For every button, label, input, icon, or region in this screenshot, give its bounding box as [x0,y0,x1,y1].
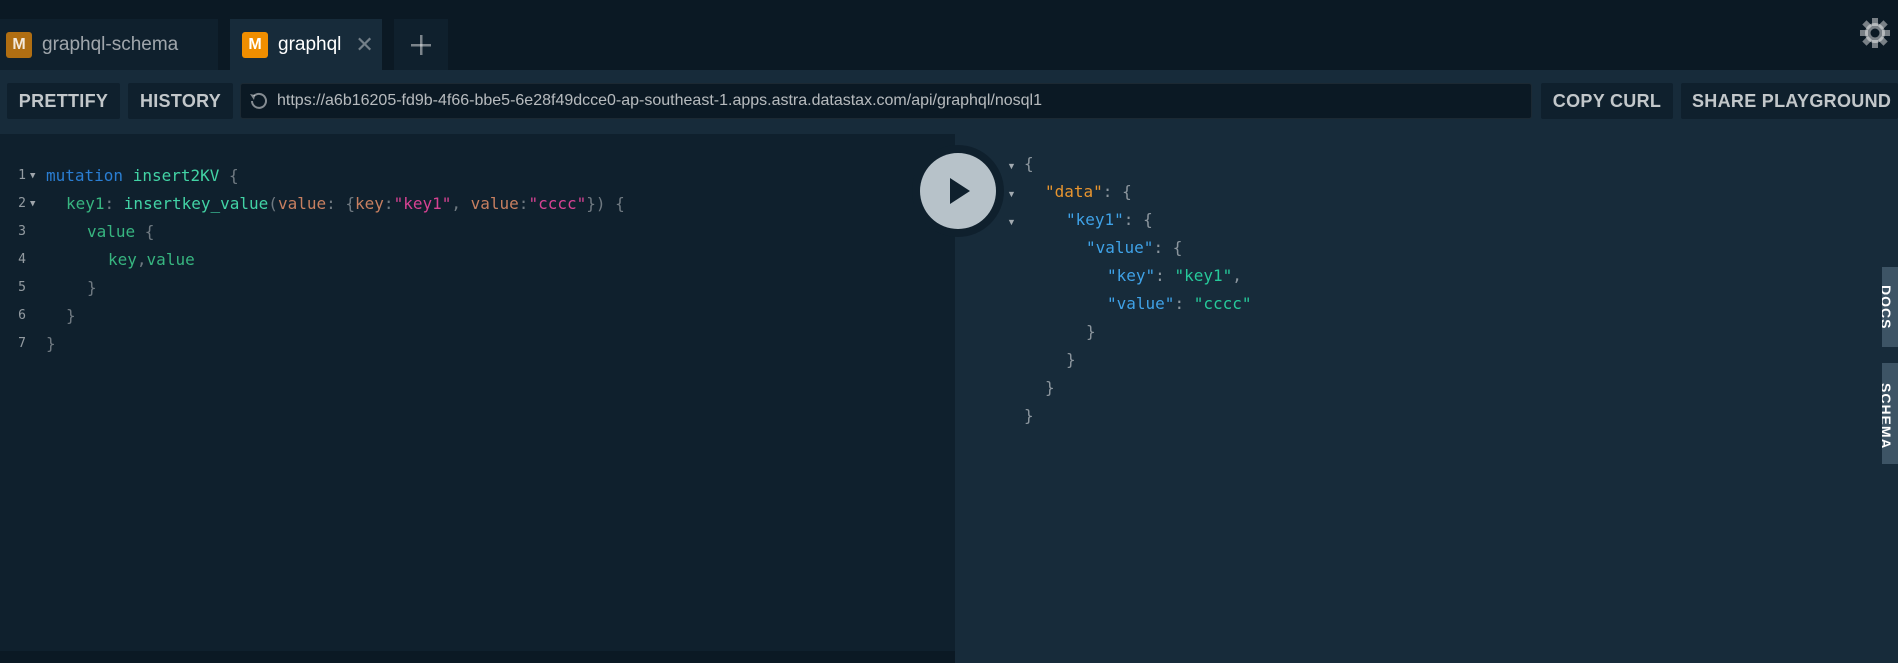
json-punctuation: , [1232,266,1242,285]
colon: : [518,194,529,213]
brace: }) { [586,194,625,213]
object-key: key [355,194,384,213]
endpoint-url: https://a6b16205-fd9b-4f66-bbe5-6e28f49d… [277,92,1042,109]
tab-graphql[interactable]: M graphql ✕ [230,19,382,70]
paren: ( [268,194,278,213]
close-icon[interactable]: ✕ [355,33,373,56]
line-number: 2 [18,196,26,211]
brace: { [219,166,239,185]
string-value: "key1" [393,194,452,213]
share-playground-button[interactable]: SHARE PLAYGROUND [1681,83,1898,119]
line-number: 5 [18,280,26,295]
docs-side-tab[interactable]: DOCS [1882,267,1898,347]
editor-footer-bar[interactable] [0,651,955,663]
json-brace: } [1086,322,1096,341]
keyword-mutation: mutation [46,166,124,185]
line-number: 3 [18,224,26,239]
code-line: 6 } [0,302,955,330]
brace: { [135,222,155,241]
brace: } [66,306,76,325]
code-line: 3 value { [0,218,955,246]
run-button-face [920,153,996,229]
run-query-button[interactable] [912,145,1004,237]
tab-label: graphql [278,33,342,55]
tab-label: graphql-schema [42,33,179,55]
gear-icon[interactable] [1858,16,1892,50]
json-key-key: "key" [1107,266,1156,285]
fold-arrow-icon[interactable]: ▼ [1007,217,1016,227]
history-button[interactable]: HISTORY [128,83,233,119]
toolbar: PRETTIFY HISTORY https://a6b16205-fd9b-4… [0,70,1898,134]
line-number: 6 [18,308,26,323]
plus-icon [411,34,431,55]
line-number: 4 [18,252,26,267]
fold-arrow-icon[interactable]: ▼ [1007,161,1016,171]
code-line: 1 ▼ mutation insert2KV { [0,162,955,190]
fold-arrow-icon[interactable]: ▼ [30,171,35,181]
code-line: 7 } [0,330,955,358]
colon: : [104,194,124,213]
colon: : [383,194,394,213]
string-value: "cccc" [528,194,587,213]
json-key-value: "value" [1107,294,1175,313]
json-brace: } [1045,378,1055,397]
fold-arrow-icon[interactable]: ▼ [1007,189,1016,199]
code-line: 4 key,value [0,246,955,274]
json-string-value: "cccc" [1193,294,1252,313]
comma: , [451,194,471,213]
reload-icon[interactable] [248,90,270,112]
json-punctuation: : [1174,294,1194,313]
field-name: value [146,250,195,269]
brace: } [46,334,56,353]
json-punctuation: : [1155,266,1175,285]
tab-graphql-schema[interactable]: M graphql-schema [0,19,218,70]
json-brace: } [1066,350,1076,369]
json-string-value: "key1" [1174,266,1233,285]
brace: } [87,278,97,297]
line-number: 7 [18,336,26,351]
result-panel: ▼ { ▼ "data": { ▼ "key1": { "value": { "… [955,134,1898,663]
json-key-value: "value" [1086,238,1154,257]
docs-tab-label: DOCS [1882,285,1894,330]
field-name: key [108,250,137,269]
query-editor[interactable]: 1 ▼ mutation insert2KV { 2 ▼ key1: inser… [0,134,955,663]
tab-badge: M [242,31,268,58]
schema-tab-label: SCHEMA [1882,383,1894,450]
schema-side-tab[interactable]: SCHEMA [1882,363,1898,464]
fold-arrow-icon[interactable]: ▼ [30,199,35,209]
copy-curl-button[interactable]: COPY CURL [1541,83,1673,119]
field-name: insertkey_value [123,194,269,213]
json-key-key1: "key1" [1066,210,1124,229]
alias: key1 [66,194,105,213]
json-punctuation: : { [1102,182,1132,201]
comma: , [136,250,147,269]
json-punctuation: : { [1123,210,1153,229]
code-line: 5 } [0,274,955,302]
json-punctuation: : { [1153,238,1183,257]
code-line: 2 ▼ key1: insertkey_value(value: {key:"k… [0,190,955,218]
field-name: value [87,222,136,241]
json-key-data: "data" [1045,182,1103,201]
play-icon [950,178,970,204]
operation-name: insert2KV [132,166,220,185]
tab-badge: M [6,31,32,58]
add-tab-button[interactable] [394,19,448,70]
endpoint-url-input[interactable]: https://a6b16205-fd9b-4f66-bbe5-6e28f49d… [240,83,1532,119]
prettify-button[interactable]: PRETTIFY [7,83,120,119]
separator: : { [326,194,356,213]
argument-name: value [277,194,327,213]
json-brace: } [1024,406,1034,425]
tab-bar: M graphql-schema M graphql ✕ [0,0,1898,70]
line-number: 1 [18,168,26,183]
json-brace: { [1024,154,1034,173]
object-key: value [470,194,519,213]
